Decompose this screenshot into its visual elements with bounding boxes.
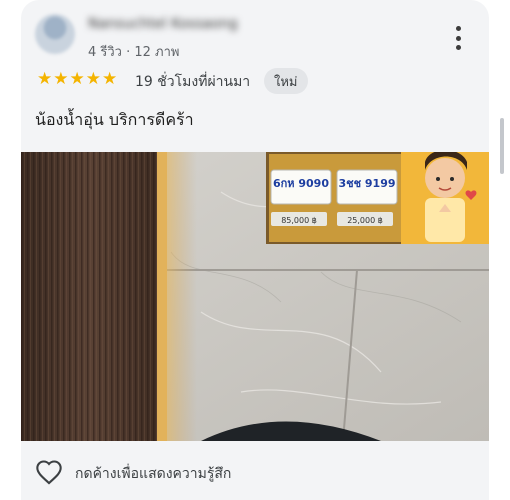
review-photo[interactable]: 6กห 9090 3ชช 9199 85,000 ฿ 25,000 ฿ (21, 152, 489, 441)
star-icon: ★ (69, 69, 85, 89)
price-left-text: 85,000 ฿ (281, 216, 317, 225)
more-vert-icon (455, 26, 461, 31)
scrollbar[interactable] (500, 118, 504, 174)
star-rating: ★ ★ ★ ★ ★ (37, 70, 117, 88)
review-card: Nansuchtel Kossaong 4 รีวิว · 12 ภาพ ★ ★… (21, 0, 489, 500)
license-plate-display: 6กห 9090 3ชช 9199 85,000 ฿ 25,000 ฿ (266, 152, 489, 244)
heart-outline-icon[interactable] (35, 459, 63, 485)
reviewer-meta: 4 รีวิว · 12 ภาพ (88, 45, 180, 60)
review-text: น้องน้ำอุ่น บริการดีคร้า (35, 110, 194, 129)
star-icon: ★ (53, 69, 69, 89)
review-time: 19 ชั่วโมงที่ผ่านมา (135, 74, 251, 90)
plate-left-text: 6กห 9090 (273, 177, 329, 190)
like-hint-label[interactable]: กดค้างเพื่อแสดงความรู้สึก (75, 463, 231, 485)
star-icon: ★ (85, 69, 101, 89)
reviewer-avatar[interactable] (35, 14, 75, 54)
plate-right-text: 3ชช 9199 (338, 177, 395, 190)
more-options-button[interactable] (447, 26, 469, 50)
star-icon: ★ (102, 69, 118, 89)
new-badge: ใหม่ (264, 68, 308, 94)
reviewer-name[interactable]: Nansuchtel Kossaong (88, 16, 238, 32)
price-right-text: 25,000 ฿ (347, 216, 383, 225)
star-icon: ★ (37, 69, 53, 89)
